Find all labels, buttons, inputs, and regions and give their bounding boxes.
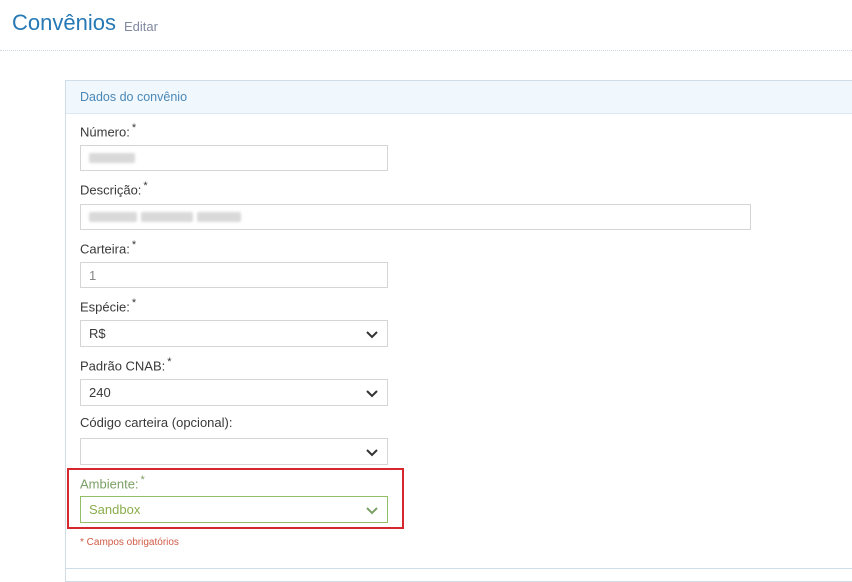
- chevron-down-icon: [366, 448, 378, 456]
- required-fields-note: * Campos obrigatórios: [80, 537, 179, 548]
- descricao-label: Descrição: *: [80, 180, 148, 197]
- numero-label: Número: *: [80, 122, 136, 139]
- carteira-label: Carteira: *: [80, 239, 136, 256]
- chevron-down-icon: [366, 389, 378, 397]
- numero-field[interactable]: [80, 145, 388, 171]
- especie-select[interactable]: R$: [80, 320, 388, 347]
- codigo-carteira-select[interactable]: [80, 438, 388, 465]
- chevron-down-icon: [366, 506, 378, 514]
- redacted-value: [197, 212, 241, 222]
- especie-label: Espécie: *: [80, 297, 136, 314]
- codigo-carteira-label: Código carteira (opcional):: [80, 415, 232, 430]
- especie-value: R$: [89, 326, 106, 341]
- numero-label-text: Número:: [80, 124, 130, 140]
- required-marker: *: [140, 474, 145, 486]
- page-header: Convênios Editar: [0, 0, 852, 51]
- widget-header: Dados do convênio: [66, 81, 852, 114]
- padrao-cnab-value: 240: [89, 385, 111, 400]
- ambiente-label: Ambiente: *: [80, 474, 145, 491]
- padrao-cnab-select[interactable]: 240: [80, 379, 388, 406]
- ambiente-select[interactable]: Sandbox: [80, 496, 388, 523]
- widget-divider: [65, 568, 852, 569]
- page-subtitle: Editar: [124, 19, 158, 34]
- carteira-field[interactable]: 1: [80, 262, 388, 288]
- required-marker: *: [143, 180, 148, 192]
- ambiente-value: Sandbox: [89, 502, 141, 517]
- descricao-label-text: Descrição:: [80, 182, 142, 198]
- required-marker: *: [131, 239, 137, 251]
- page-title: Convênios: [12, 10, 116, 35]
- chevron-down-icon: [366, 330, 378, 338]
- ambiente-label-text: Ambiente:: [80, 476, 139, 492]
- required-marker: *: [131, 122, 137, 134]
- padrao-cnab-label: Padrão CNAB: *: [80, 356, 172, 373]
- codigo-carteira-label-text: Código carteira (opcional):: [80, 415, 233, 430]
- redacted-value: [141, 212, 193, 222]
- descricao-field[interactable]: [80, 204, 751, 230]
- required-marker: *: [131, 297, 137, 309]
- redacted-value: [89, 212, 137, 222]
- padrao-cnab-label-text: Padrão CNAB:: [80, 358, 166, 374]
- carteira-label-text: Carteira:: [80, 241, 130, 257]
- required-marker: *: [167, 356, 172, 368]
- especie-label-text: Espécie:: [80, 299, 130, 315]
- redacted-value: [89, 153, 135, 163]
- carteira-value: 1: [89, 267, 97, 283]
- section-title: Dados do convênio: [80, 90, 188, 104]
